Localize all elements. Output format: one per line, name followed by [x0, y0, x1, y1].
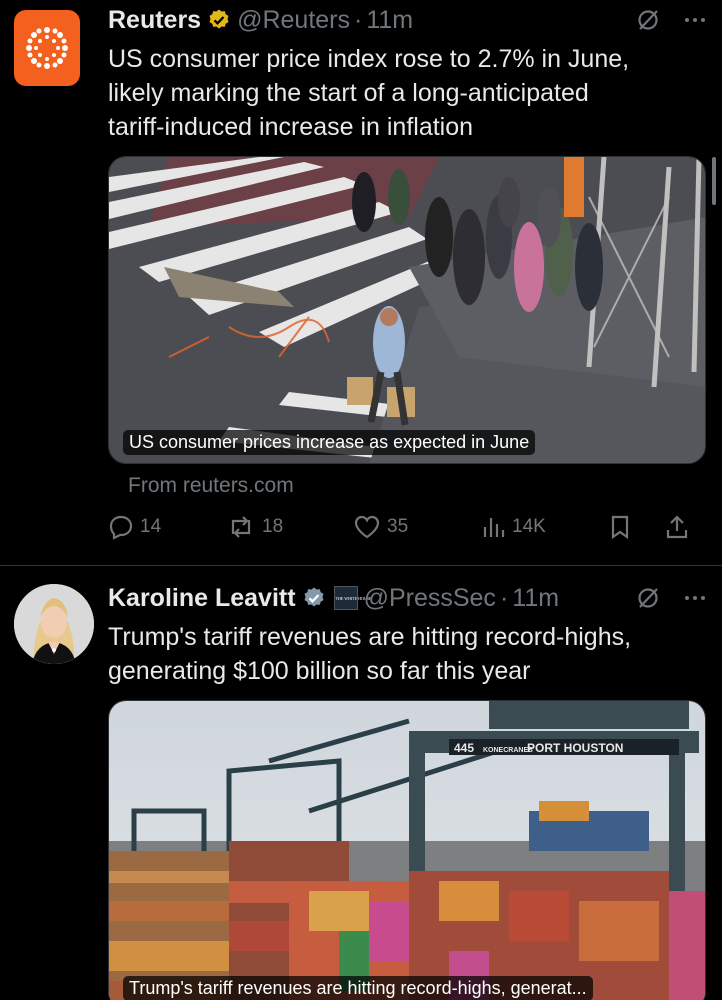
view-count: 14K — [512, 516, 546, 537]
share-button[interactable] — [664, 514, 704, 540]
street-crosswalk-photo — [109, 157, 705, 463]
repost-icon — [231, 516, 251, 538]
more-options-icon[interactable] — [684, 595, 706, 601]
more-options-icon[interactable] — [684, 17, 706, 23]
heart-icon — [354, 515, 380, 539]
tweet-text-line: likely marking the start of a long-antic… — [108, 79, 589, 107]
reply-button[interactable]: 14 — [108, 514, 226, 540]
crane-sign-number: 445 — [454, 741, 474, 755]
author-name[interactable]: Reuters — [108, 6, 201, 35]
share-icon — [666, 515, 688, 539]
author-name[interactable]: Karoline Leavitt — [108, 584, 296, 613]
repost-button[interactable]: 18 — [226, 514, 353, 540]
separator-dot: · — [354, 5, 363, 34]
tweet-header: Reuters @Reuters · 11m — [108, 0, 706, 40]
separator-dot: · — [499, 583, 509, 612]
tweet-press-sec[interactable]: Karoline Leavitt THE WHITE HOUSE @PressS… — [0, 566, 722, 1000]
svg-text:KONECRANES: KONECRANES — [483, 747, 533, 754]
grok-icon[interactable] — [636, 586, 660, 610]
bookmark-icon — [611, 515, 629, 540]
svg-text:PORT HOUSTON: PORT HOUSTON — [527, 741, 623, 755]
tweet-text-line: generating $100 billion so far this year — [108, 657, 531, 685]
tweet-text: Trump's tariff revenues are hitting reco… — [108, 620, 706, 688]
white-house-affiliation-badge[interactable]: THE WHITE HOUSE — [333, 586, 372, 610]
tweet-text-line: tariff-induced increase in inflation — [108, 113, 474, 141]
tweet-text-line: US consumer price index rose to 2.7% in … — [108, 45, 630, 73]
reply-count: 14 — [140, 516, 162, 537]
author-handle[interactable]: @PressSec — [364, 584, 496, 613]
reply-icon — [109, 515, 133, 540]
views-button[interactable]: 14K — [480, 514, 608, 540]
tweet-header: Karoline Leavitt THE WHITE HOUSE @PressS… — [108, 578, 706, 618]
svg-text:445: 445 — [454, 741, 474, 755]
link-source[interactable]: From reuters.com — [128, 474, 294, 498]
verified-badge-gold-icon — [207, 8, 231, 32]
author-avatar[interactable] — [14, 584, 94, 664]
tweet-reuters[interactable]: Reuters @Reuters · 11m US consumer price… — [0, 0, 722, 565]
tweet-image[interactable]: 445 KONECRANES PORT HOUSTON Trump's tari… — [108, 700, 706, 1000]
like-button[interactable]: 35 — [353, 514, 480, 540]
media-caption: US consumer prices increase as expected … — [123, 430, 536, 455]
bookmark-button[interactable] — [608, 514, 664, 540]
tweet-actions: 14 18 35 14K — [108, 512, 706, 542]
timestamp[interactable]: 11m — [366, 6, 413, 35]
affiliation-badge-text: THE WHITE HOUSE — [335, 595, 372, 601]
scrollbar-thumb[interactable] — [712, 157, 716, 205]
link-card-image[interactable]: US consumer prices increase as expected … — [108, 156, 706, 464]
tweet-text-line: Trump's tariff revenues are hitting reco… — [108, 623, 632, 651]
crane-sign-name: PORT HOUSTON — [527, 741, 623, 755]
timestamp[interactable]: 11m — [512, 584, 559, 613]
port-containers-photo: 445 KONECRANES PORT HOUSTON — [109, 701, 705, 1000]
like-count: 35 — [387, 516, 409, 537]
profile-photo — [14, 584, 94, 664]
tweet-text: US consumer price index rose to 2.7% in … — [108, 42, 706, 144]
views-chart-icon — [483, 518, 505, 537]
crane-sign-brand: KONECRANES — [483, 747, 533, 754]
media-caption: Trump's tariff revenues are hitting reco… — [123, 976, 593, 1000]
reuters-avatar[interactable] — [14, 10, 80, 86]
repost-count: 18 — [262, 516, 284, 537]
grok-icon[interactable] — [636, 8, 660, 32]
author-handle[interactable]: @Reuters — [237, 6, 350, 35]
reuters-logo-icon — [26, 27, 68, 69]
verified-badge-gray-icon — [302, 586, 326, 610]
